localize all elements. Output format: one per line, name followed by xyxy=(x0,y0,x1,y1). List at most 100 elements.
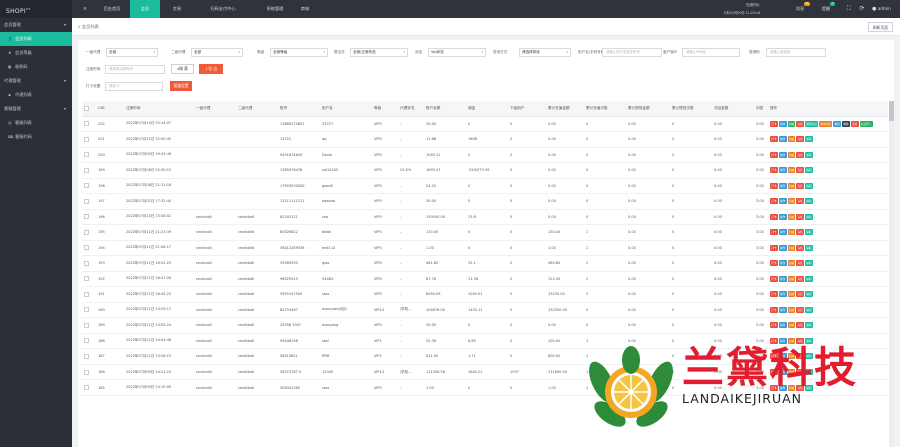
row-action-button[interactable]: 后台登入 xyxy=(859,120,873,127)
refresh-icon[interactable]: ⟳ xyxy=(857,0,867,18)
row-action-button[interactable]: … xyxy=(814,261,817,265)
row-action-button[interactable]: … xyxy=(814,168,817,172)
export-button[interactable]: ⇩导 出 xyxy=(199,64,223,74)
topnav-item[interactable]: ≡ xyxy=(78,0,92,18)
row-checkbox[interactable] xyxy=(84,136,89,142)
row-checkbox[interactable] xyxy=(84,291,89,297)
row-action-button[interactable]: 打卡 xyxy=(770,198,778,205)
row-action-button[interactable]: 加减 xyxy=(787,244,796,251)
user-menu[interactable]: ● admin xyxy=(872,0,898,18)
row-action-button[interactable]: 编辑 xyxy=(805,198,813,205)
alert-button[interactable]: 提醒 0 xyxy=(817,0,835,18)
row-checkbox-cell[interactable] xyxy=(82,364,96,381)
row-action-button[interactable]: … xyxy=(814,137,817,141)
row-checkbox[interactable] xyxy=(84,369,89,375)
row-action-button[interactable]: 冻结 xyxy=(796,291,804,298)
unit-input[interactable]: 提现 0 xyxy=(105,82,163,91)
row-action-button[interactable]: 编辑 xyxy=(805,136,813,143)
row-checkbox[interactable] xyxy=(84,229,89,235)
message-button[interactable]: 消息 99 xyxy=(790,0,810,18)
row-action-button[interactable]: 加减 xyxy=(787,198,796,205)
row-action-button[interactable]: 冻结 xyxy=(850,120,859,127)
row-action-button[interactable]: … xyxy=(814,230,817,234)
row-checkbox[interactable] xyxy=(84,260,89,266)
row-checkbox-cell[interactable] xyxy=(82,131,96,148)
row-action-button[interactable]: … xyxy=(814,292,817,296)
row-action-button[interactable]: 修改密码 xyxy=(819,120,833,127)
date-input[interactable]: 请选择注册时间 xyxy=(105,65,165,74)
tab-member-list[interactable]: « 会员列表 xyxy=(78,18,99,36)
filter-input[interactable]: 请输入用户名或手机号 xyxy=(602,48,662,57)
row-action-button[interactable]: 操作 xyxy=(778,198,787,205)
row-action-button[interactable]: 打卡 xyxy=(770,322,778,329)
row-action-button[interactable]: 加减 xyxy=(787,151,796,158)
row-action-button[interactable]: 操作 xyxy=(778,244,787,251)
sidebar-group[interactable]: 会员管理 ▾ xyxy=(0,18,72,32)
row-action-button[interactable]: 删除 xyxy=(842,120,850,127)
row-checkbox-cell[interactable] xyxy=(82,116,96,133)
refresh-page-button[interactable]: 刷新页面 xyxy=(867,22,893,32)
search-button[interactable]: ⌕搜 索 xyxy=(171,64,194,74)
row-checkbox[interactable] xyxy=(84,198,89,204)
row-action-button[interactable]: 编辑 xyxy=(805,306,813,313)
row-action-button[interactable]: 操作 xyxy=(778,213,787,220)
sidebar-item[interactable]: ☺ 客服列表 xyxy=(0,116,72,130)
row-action-button[interactable]: 加减 xyxy=(787,136,796,143)
row-action-button[interactable]: … xyxy=(814,215,817,219)
row-action-button[interactable]: 冻结 xyxy=(796,198,804,205)
row-action-button[interactable]: … xyxy=(814,153,817,157)
sidebar-item[interactable]: ♟ 代理列表 xyxy=(0,88,72,102)
row-action-button[interactable]: 编辑 xyxy=(833,120,841,127)
row-checkbox-cell[interactable] xyxy=(82,224,96,241)
row-action-button[interactable]: 编辑 xyxy=(805,322,813,329)
row-action-button[interactable]: 编辑 xyxy=(805,182,813,189)
row-action-button[interactable]: 冻结 xyxy=(796,229,804,236)
row-action-button[interactable]: 加减 xyxy=(787,182,796,189)
row-action-button[interactable]: 冻结 xyxy=(796,167,804,174)
row-checkbox[interactable] xyxy=(84,307,89,313)
row-action-button[interactable]: 冻结 xyxy=(796,213,804,220)
row-action-button[interactable]: 冻结 xyxy=(796,120,804,127)
row-action-button[interactable]: 冻结 xyxy=(796,275,804,282)
filter-select[interactable]: 全部 ▾ xyxy=(191,48,243,57)
topnav-item[interactable]: 会员 xyxy=(130,0,160,18)
row-checkbox-cell[interactable] xyxy=(82,209,96,226)
row-checkbox-cell[interactable] xyxy=(82,255,96,272)
row-checkbox-cell[interactable] xyxy=(82,286,96,303)
row-checkbox[interactable] xyxy=(84,353,89,359)
filter-select[interactable]: 全部/正常状态 ▾ xyxy=(350,48,408,57)
row-checkbox-cell[interactable] xyxy=(82,147,96,164)
row-action-button[interactable]: … xyxy=(814,277,817,281)
row-action-button[interactable]: 冻结 xyxy=(796,260,804,267)
row-action-button[interactable]: 加减 xyxy=(787,291,796,298)
row-checkbox-cell[interactable] xyxy=(82,317,96,334)
row-checkbox[interactable] xyxy=(84,121,89,127)
row-action-button[interactable]: … xyxy=(814,323,817,327)
row-action-button[interactable]: 打卡 xyxy=(770,136,778,143)
sidebar-item[interactable]: ⌨ 客服代码 xyxy=(0,130,72,144)
row-checkbox-cell[interactable] xyxy=(82,333,96,350)
row-action-button[interactable]: 解除冻结 xyxy=(805,120,819,127)
row-checkbox[interactable] xyxy=(84,152,89,158)
row-checkbox[interactable] xyxy=(84,338,89,344)
filter-input[interactable]: 请输入邀请码 xyxy=(766,48,826,57)
batch-set-button[interactable]: 批量设置 xyxy=(170,81,192,91)
row-checkbox[interactable] xyxy=(84,245,89,251)
fullscreen-icon[interactable]: ⛶ xyxy=(844,0,854,18)
row-action-button[interactable]: 打卡 xyxy=(770,260,778,267)
row-action-button[interactable]: 打卡 xyxy=(770,306,778,313)
row-checkbox-cell[interactable] xyxy=(82,302,96,319)
row-action-button[interactable]: 打卡 xyxy=(770,151,778,158)
sidebar-group[interactable]: 代理管理 ▾ xyxy=(0,74,72,88)
row-checkbox[interactable] xyxy=(84,322,89,328)
row-action-button[interactable]: 冻结 xyxy=(796,244,804,251)
row-action-button[interactable]: 打卡 xyxy=(770,244,778,251)
row-action-button[interactable]: 编辑 xyxy=(805,229,813,236)
topnav-item[interactable]: 扫码支付中心 xyxy=(192,0,254,18)
row-action-button[interactable]: 冻结 xyxy=(796,182,804,189)
row-checkbox-cell[interactable] xyxy=(82,348,96,365)
row-action-button[interactable]: 冻结 xyxy=(796,322,804,329)
row-action-button[interactable]: 加减 xyxy=(787,260,796,267)
row-action-button[interactable]: 操作 xyxy=(778,120,787,127)
row-action-button[interactable]: 操作 xyxy=(778,291,787,298)
